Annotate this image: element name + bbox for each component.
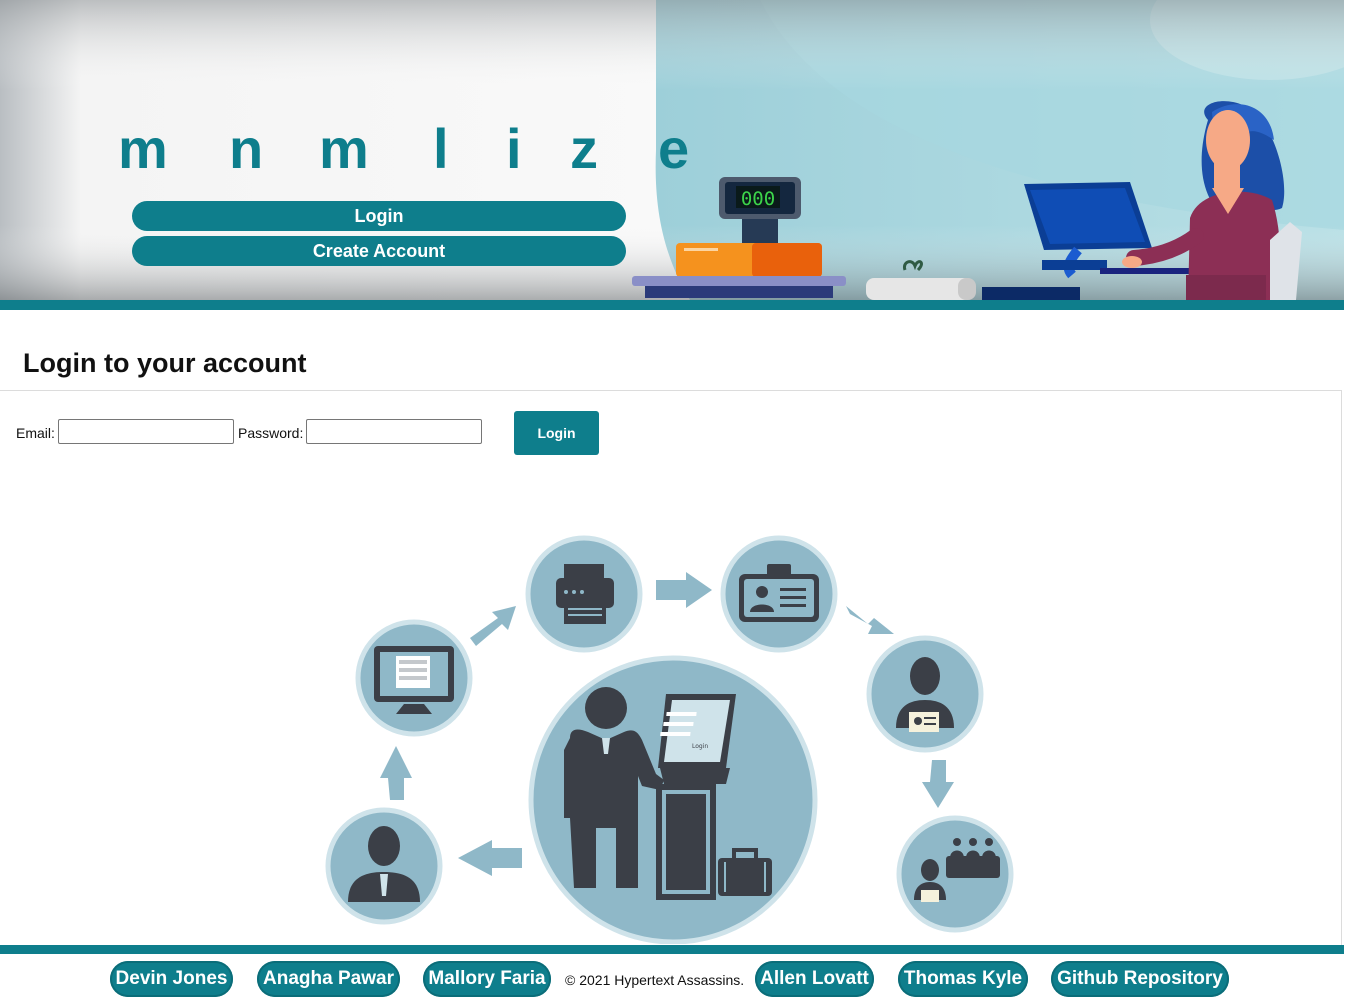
footer-link-mallory-faria[interactable]: Mallory Faria: [423, 961, 551, 997]
arrow-icon: [846, 606, 894, 634]
hero-login-button[interactable]: Login: [132, 201, 626, 231]
brand-letter: m: [319, 117, 369, 180]
brand-letter: i: [506, 117, 522, 180]
footer-link-allen-lovatt[interactable]: Allen Lovatt: [755, 961, 874, 997]
brand-letter: e: [658, 117, 690, 180]
footer: Devin Jones Anagha Pawar Mallory Faria ©…: [0, 955, 1344, 1005]
kiosk-screen-label: Login: [692, 743, 708, 750]
hero-divider: [0, 300, 1344, 310]
footer-link-devin-jones[interactable]: Devin Jones: [110, 961, 233, 997]
process-diagram: Login: [325, 535, 1014, 944]
footer-link-anagha-pawar[interactable]: Anagha Pawar: [257, 961, 400, 997]
arrow-icon: [470, 606, 516, 646]
arrow-icon: [458, 840, 522, 876]
footer-divider: [0, 945, 1344, 954]
brand-letter: n: [229, 117, 264, 180]
hero-banner: 000 m n m l i z e Login Create Account: [0, 0, 1344, 300]
login-heading: Login to your account: [23, 348, 307, 378]
password-field[interactable]: [306, 419, 482, 444]
scale-display: 000: [741, 188, 775, 210]
login-submit-button[interactable]: Login: [514, 411, 599, 455]
arrow-icon: [380, 746, 412, 800]
arrow-icon: [922, 760, 954, 808]
footer-link-github-repository[interactable]: Github Repository: [1051, 961, 1229, 997]
copyright-text: © 2021 Hypertext Assassins.: [565, 972, 745, 988]
brand-letter: l: [433, 117, 449, 180]
brand-letter: z: [570, 117, 598, 180]
create-account-button[interactable]: Create Account: [132, 236, 626, 266]
brand-letter: m: [118, 117, 168, 180]
footer-link-thomas-kyle[interactable]: Thomas Kyle: [898, 961, 1028, 997]
email-label: Email:: [16, 425, 55, 441]
password-label: Password:: [238, 425, 304, 441]
email-field[interactable]: [58, 419, 234, 444]
arrow-icon: [656, 572, 712, 608]
brand-logo: m n m l i z e: [118, 118, 698, 180]
